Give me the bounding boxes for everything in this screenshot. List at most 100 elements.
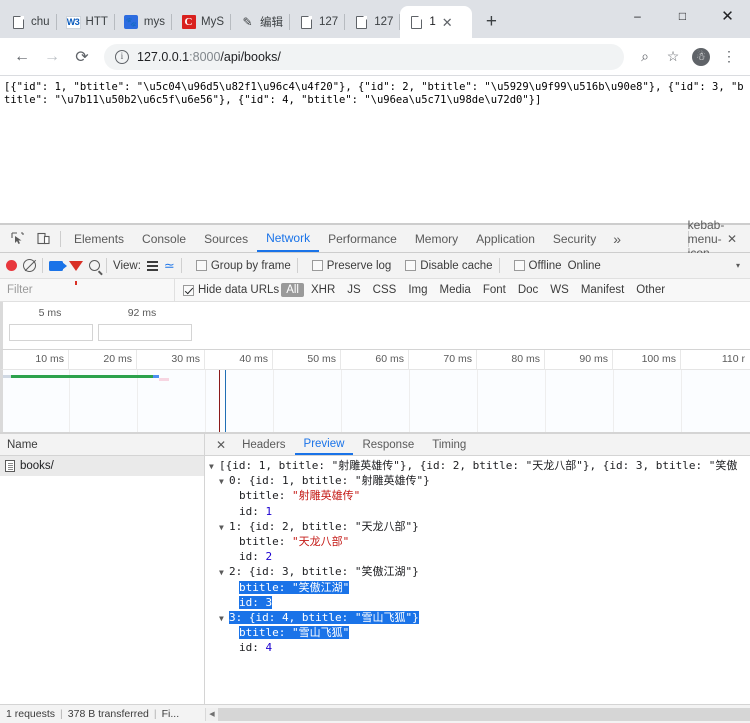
forward-icon[interactable]: → [38,43,66,71]
site-info-icon[interactable]: i [115,50,129,64]
devtools-tab-performance[interactable]: Performance [319,225,406,252]
checkbox[interactable] [312,260,323,271]
more-tabs-icon[interactable]: » [605,231,629,247]
filter-type-js[interactable]: JS [342,283,365,297]
account-icon[interactable]: ☃ [688,44,714,70]
filter-input[interactable]: Filter [0,279,175,301]
filter-type-all[interactable]: All [281,283,304,297]
scroll-left-arrow[interactable]: ◀ [206,710,218,718]
browser-tab-5[interactable]: ✎ 编辑 [231,6,290,38]
filter-type-other[interactable]: Other [631,283,670,297]
checkbox[interactable] [514,260,525,271]
checkbox[interactable] [196,260,207,271]
star-icon[interactable]: ☆ [660,44,686,70]
request-list-header-name[interactable]: Name [0,434,204,456]
filter-type-font[interactable]: Font [478,283,511,297]
device-toolbar-icon[interactable] [30,226,56,252]
clear-button-icon[interactable] [23,259,36,272]
reload-icon[interactable]: ⟳ [68,43,96,71]
filter-type-css[interactable]: CSS [368,283,402,297]
filter-type-xhr[interactable]: XHR [306,283,340,297]
maximize-button[interactable]: □ [660,0,705,32]
chevron-down-icon[interactable]: ▼ [209,459,219,474]
tree-node-3-id[interactable]: id: 4 [209,640,750,655]
devtools-tab-application[interactable]: Application [467,225,544,252]
tree-node-1-btitle[interactable]: btitle: "天龙八部" [209,534,750,549]
group-by-frame-checkbox[interactable]: Group by frame [188,260,291,272]
browser-tab-4[interactable]: C MyS [172,6,231,38]
browser-tab-3[interactable]: 🐾 mys [115,6,172,38]
checkbox[interactable] [405,260,416,271]
close-detail-icon[interactable]: ✕ [209,438,233,452]
disable-cache-checkbox[interactable]: Disable cache [397,260,492,272]
chevron-down-icon[interactable]: ▾ [736,261,744,270]
browser-tab-7[interactable]: 127 [345,6,400,38]
search-icon[interactable] [89,260,100,271]
list-view-icon[interactable] [147,261,158,271]
waterfall-bar-books[interactable] [11,375,153,378]
table-row[interactable]: books/ [0,456,204,476]
devtools-close-icon[interactable]: ✕ [719,226,745,252]
chevron-down-icon[interactable]: ▼ [219,474,229,489]
preview-json-tree[interactable]: ▼[{id: 1, btitle: "射雕英雄传"}, {id: 2, btit… [205,456,750,704]
filter-type-manifest[interactable]: Manifest [576,283,629,297]
chevron-down-icon[interactable]: ▼ [219,565,229,580]
tree-node-0-row[interactable]: ▼0: {id: 1, btitle: "射雕英雄传"} [209,473,750,488]
minimize-button[interactable]: – [615,0,660,32]
devtools-tab-elements[interactable]: Elements [65,225,133,252]
back-icon[interactable]: ← [8,43,36,71]
horizontal-scrollbar[interactable]: ◀ [205,708,750,721]
network-overview[interactable]: 5 ms 92 ms [0,302,750,350]
tab-close-icon[interactable]: ✕ [442,16,453,29]
tree-node-3-row[interactable]: ▼3: {id: 4, btitle: "雪山飞狐"} [209,610,750,625]
camera-icon[interactable] [49,261,63,271]
chevron-down-icon[interactable]: ▼ [219,520,229,535]
tree-node-3-btitle[interactable]: btitle: "雪山飞狐" [209,625,750,640]
checkbox[interactable] [183,285,194,296]
throttling-select[interactable]: Online [568,260,601,272]
waterfall-view-icon[interactable]: ≃ [164,258,175,274]
overview-window-1[interactable] [9,324,93,341]
inspect-element-icon[interactable] [4,226,30,252]
filter-type-doc[interactable]: Doc [513,283,543,297]
tree-node-2-id[interactable]: id: 3 [209,595,750,610]
devtools-tab-console[interactable]: Console [133,225,195,252]
waterfall-bar-stalled[interactable] [3,375,11,378]
filter-type-img[interactable]: Img [403,283,432,297]
tree-node-1-id[interactable]: id: 2 [209,549,750,564]
devtools-tab-network[interactable]: Network [257,225,319,252]
tree-node-0-btitle[interactable]: btitle: "射雕英雄传" [209,488,750,503]
chevron-down-icon[interactable]: ▼ [219,611,229,626]
tab-response[interactable]: Response [353,434,423,455]
tab-preview[interactable]: Preview [295,434,354,455]
address-bar[interactable]: i 127.0.0.1:8000/api/books/ [104,44,624,70]
new-tab-button[interactable]: + [477,8,505,36]
devtools-tab-security[interactable]: Security [544,225,605,252]
hide-data-urls-checkbox[interactable]: Hide data URLs [175,284,279,296]
devtools-tab-memory[interactable]: Memory [406,225,467,252]
tree-node-1-row[interactable]: ▼1: {id: 2, btitle: "天龙八部"} [209,519,750,534]
browser-tab-1[interactable]: chu [2,6,57,38]
devtools-tab-sources[interactable]: Sources [195,225,257,252]
search-minus-icon[interactable]: ⌕ [632,44,658,70]
kebab-menu-icon[interactable]: ⋮ [716,44,742,70]
preserve-log-checkbox[interactable]: Preserve log [304,260,392,272]
overview-window-2[interactable] [98,324,192,341]
tab-timing[interactable]: Timing [423,434,475,455]
tree-node-2-row[interactable]: ▼2: {id: 3, btitle: "笑傲江湖"} [209,564,750,579]
record-button-icon[interactable] [6,260,17,271]
browser-tab-2[interactable]: W3 HTT [57,6,115,38]
tab-headers[interactable]: Headers [233,434,294,455]
tree-node-0-id[interactable]: id: 1 [209,504,750,519]
close-window-button[interactable]: ✕ [705,0,750,32]
devtools-settings-icon[interactable]: kebab-menu-icon [693,226,719,252]
scrollbar-thumb[interactable] [218,708,750,721]
filter-type-ws[interactable]: WS [545,283,574,297]
tree-node-2-btitle[interactable]: btitle: "笑傲江湖" [209,580,750,595]
offline-checkbox[interactable]: Offline [506,260,562,272]
filter-type-media[interactable]: Media [435,283,476,297]
browser-tab-8-active[interactable]: 1 ✕ [400,6,472,38]
browser-tab-6[interactable]: 127 [290,6,345,38]
filter-funnel-icon[interactable] [69,261,83,271]
tree-root-row[interactable]: ▼[{id: 1, btitle: "射雕英雄传"}, {id: 2, btit… [209,458,750,473]
